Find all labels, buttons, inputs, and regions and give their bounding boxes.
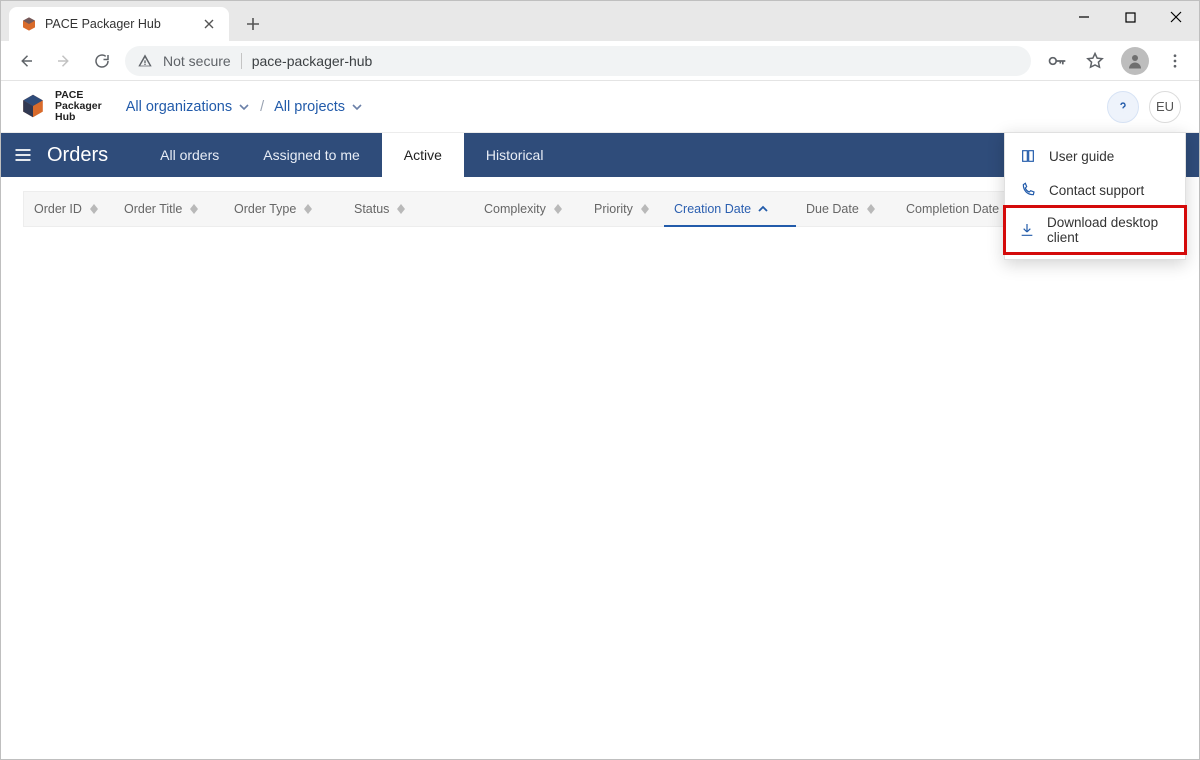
- reload-button[interactable]: [87, 46, 117, 76]
- col-status[interactable]: Status: [344, 192, 474, 226]
- help-button[interactable]: [1107, 91, 1139, 123]
- browser-toolbar: Not secure pace-packager-hub: [1, 41, 1199, 81]
- logo-cube-icon: [19, 92, 47, 120]
- address-separator: [241, 53, 242, 69]
- security-label: Not secure: [163, 53, 231, 69]
- col-label: Status: [354, 202, 389, 216]
- col-label: Order ID: [34, 202, 82, 216]
- app-logo[interactable]: PACE Packager Hub: [19, 90, 102, 123]
- sort-icon: [88, 201, 100, 217]
- col-complexity[interactable]: Complexity: [474, 192, 584, 226]
- not-secure-icon: [137, 53, 153, 69]
- col-order-type[interactable]: Order Type: [224, 192, 344, 226]
- breadcrumb-org[interactable]: All organizations: [126, 99, 250, 115]
- tab-active[interactable]: Active: [382, 133, 464, 177]
- breadcrumb-separator: /: [260, 99, 264, 115]
- tab-all-orders[interactable]: All orders: [138, 133, 241, 177]
- favicon-icon: [21, 16, 37, 32]
- book-icon: [1019, 147, 1037, 165]
- menu-item-contact-support[interactable]: Contact support: [1005, 173, 1185, 207]
- help-dropdown: User guide Contact support Download desk…: [1004, 132, 1186, 260]
- window-minimize-button[interactable]: [1061, 1, 1107, 33]
- address-bar[interactable]: Not secure pace-packager-hub: [125, 46, 1031, 76]
- tab-close-button[interactable]: [201, 16, 217, 32]
- toolbar-right: [1045, 47, 1187, 75]
- browser-tabs: PACE Packager Hub: [1, 1, 267, 41]
- sort-icon: [302, 201, 314, 217]
- window-controls: [1061, 1, 1199, 33]
- menu-toggle-button[interactable]: [1, 133, 45, 177]
- col-label: Priority: [594, 202, 633, 216]
- user-badge[interactable]: EU: [1149, 91, 1181, 123]
- window-maximize-button[interactable]: [1107, 1, 1153, 33]
- col-label: Order Type: [234, 202, 296, 216]
- col-label: Complexity: [484, 202, 546, 216]
- page-title: Orders: [45, 133, 122, 177]
- tab-assigned[interactable]: Assigned to me: [241, 133, 382, 177]
- back-button[interactable]: [11, 46, 41, 76]
- nav-tabs: All orders Assigned to me Active Histori…: [138, 133, 565, 177]
- browser-menu-button[interactable]: [1163, 49, 1187, 73]
- sort-asc-icon: [757, 201, 769, 217]
- user-badge-label: EU: [1156, 99, 1174, 114]
- menu-item-download-client[interactable]: Download desktop client: [1005, 207, 1185, 253]
- chevron-down-icon: [238, 101, 250, 113]
- sort-icon: [552, 201, 564, 217]
- menu-label: Download desktop client: [1047, 215, 1171, 245]
- col-order-id[interactable]: Order ID: [24, 192, 114, 226]
- sort-icon: [188, 201, 200, 217]
- sort-icon: [395, 201, 407, 217]
- breadcrumb-project-label: All projects: [274, 99, 345, 115]
- download-icon: [1019, 221, 1035, 239]
- col-order-title[interactable]: Order Title: [114, 192, 224, 226]
- url-text: pace-packager-hub: [252, 53, 373, 69]
- col-label: Creation Date: [674, 202, 751, 216]
- profile-avatar[interactable]: [1121, 47, 1149, 75]
- col-due-date[interactable]: Due Date: [796, 192, 896, 226]
- chevron-down-icon: [351, 101, 363, 113]
- key-icon[interactable]: [1045, 49, 1069, 73]
- col-label: Order Title: [124, 202, 182, 216]
- logo-text-line3: Hub: [55, 112, 102, 123]
- star-icon[interactable]: [1083, 49, 1107, 73]
- header-actions: EU: [1107, 91, 1181, 123]
- breadcrumb-org-label: All organizations: [126, 99, 232, 115]
- menu-label: Contact support: [1049, 183, 1144, 198]
- tab-historical[interactable]: Historical: [464, 133, 566, 177]
- browser-tab-title: PACE Packager Hub: [45, 17, 161, 31]
- sort-icon: [865, 201, 877, 217]
- col-label: Completion Date: [906, 202, 999, 216]
- window-titlebar: PACE Packager Hub: [1, 1, 1199, 41]
- menu-label: User guide: [1049, 149, 1114, 164]
- col-label: Due Date: [806, 202, 859, 216]
- app-header: PACE Packager Hub All organizations / Al…: [1, 81, 1199, 133]
- menu-item-user-guide[interactable]: User guide: [1005, 139, 1185, 173]
- forward-button[interactable]: [49, 46, 79, 76]
- phone-icon: [1019, 181, 1037, 199]
- browser-tab-active[interactable]: PACE Packager Hub: [9, 7, 229, 41]
- breadcrumb-project[interactable]: All projects: [274, 99, 363, 115]
- window-close-button[interactable]: [1153, 1, 1199, 33]
- col-priority[interactable]: Priority: [584, 192, 664, 226]
- new-tab-button[interactable]: [239, 10, 267, 38]
- breadcrumb: All organizations / All projects: [126, 99, 363, 115]
- col-creation-date[interactable]: Creation Date: [664, 193, 796, 227]
- sort-icon: [639, 201, 651, 217]
